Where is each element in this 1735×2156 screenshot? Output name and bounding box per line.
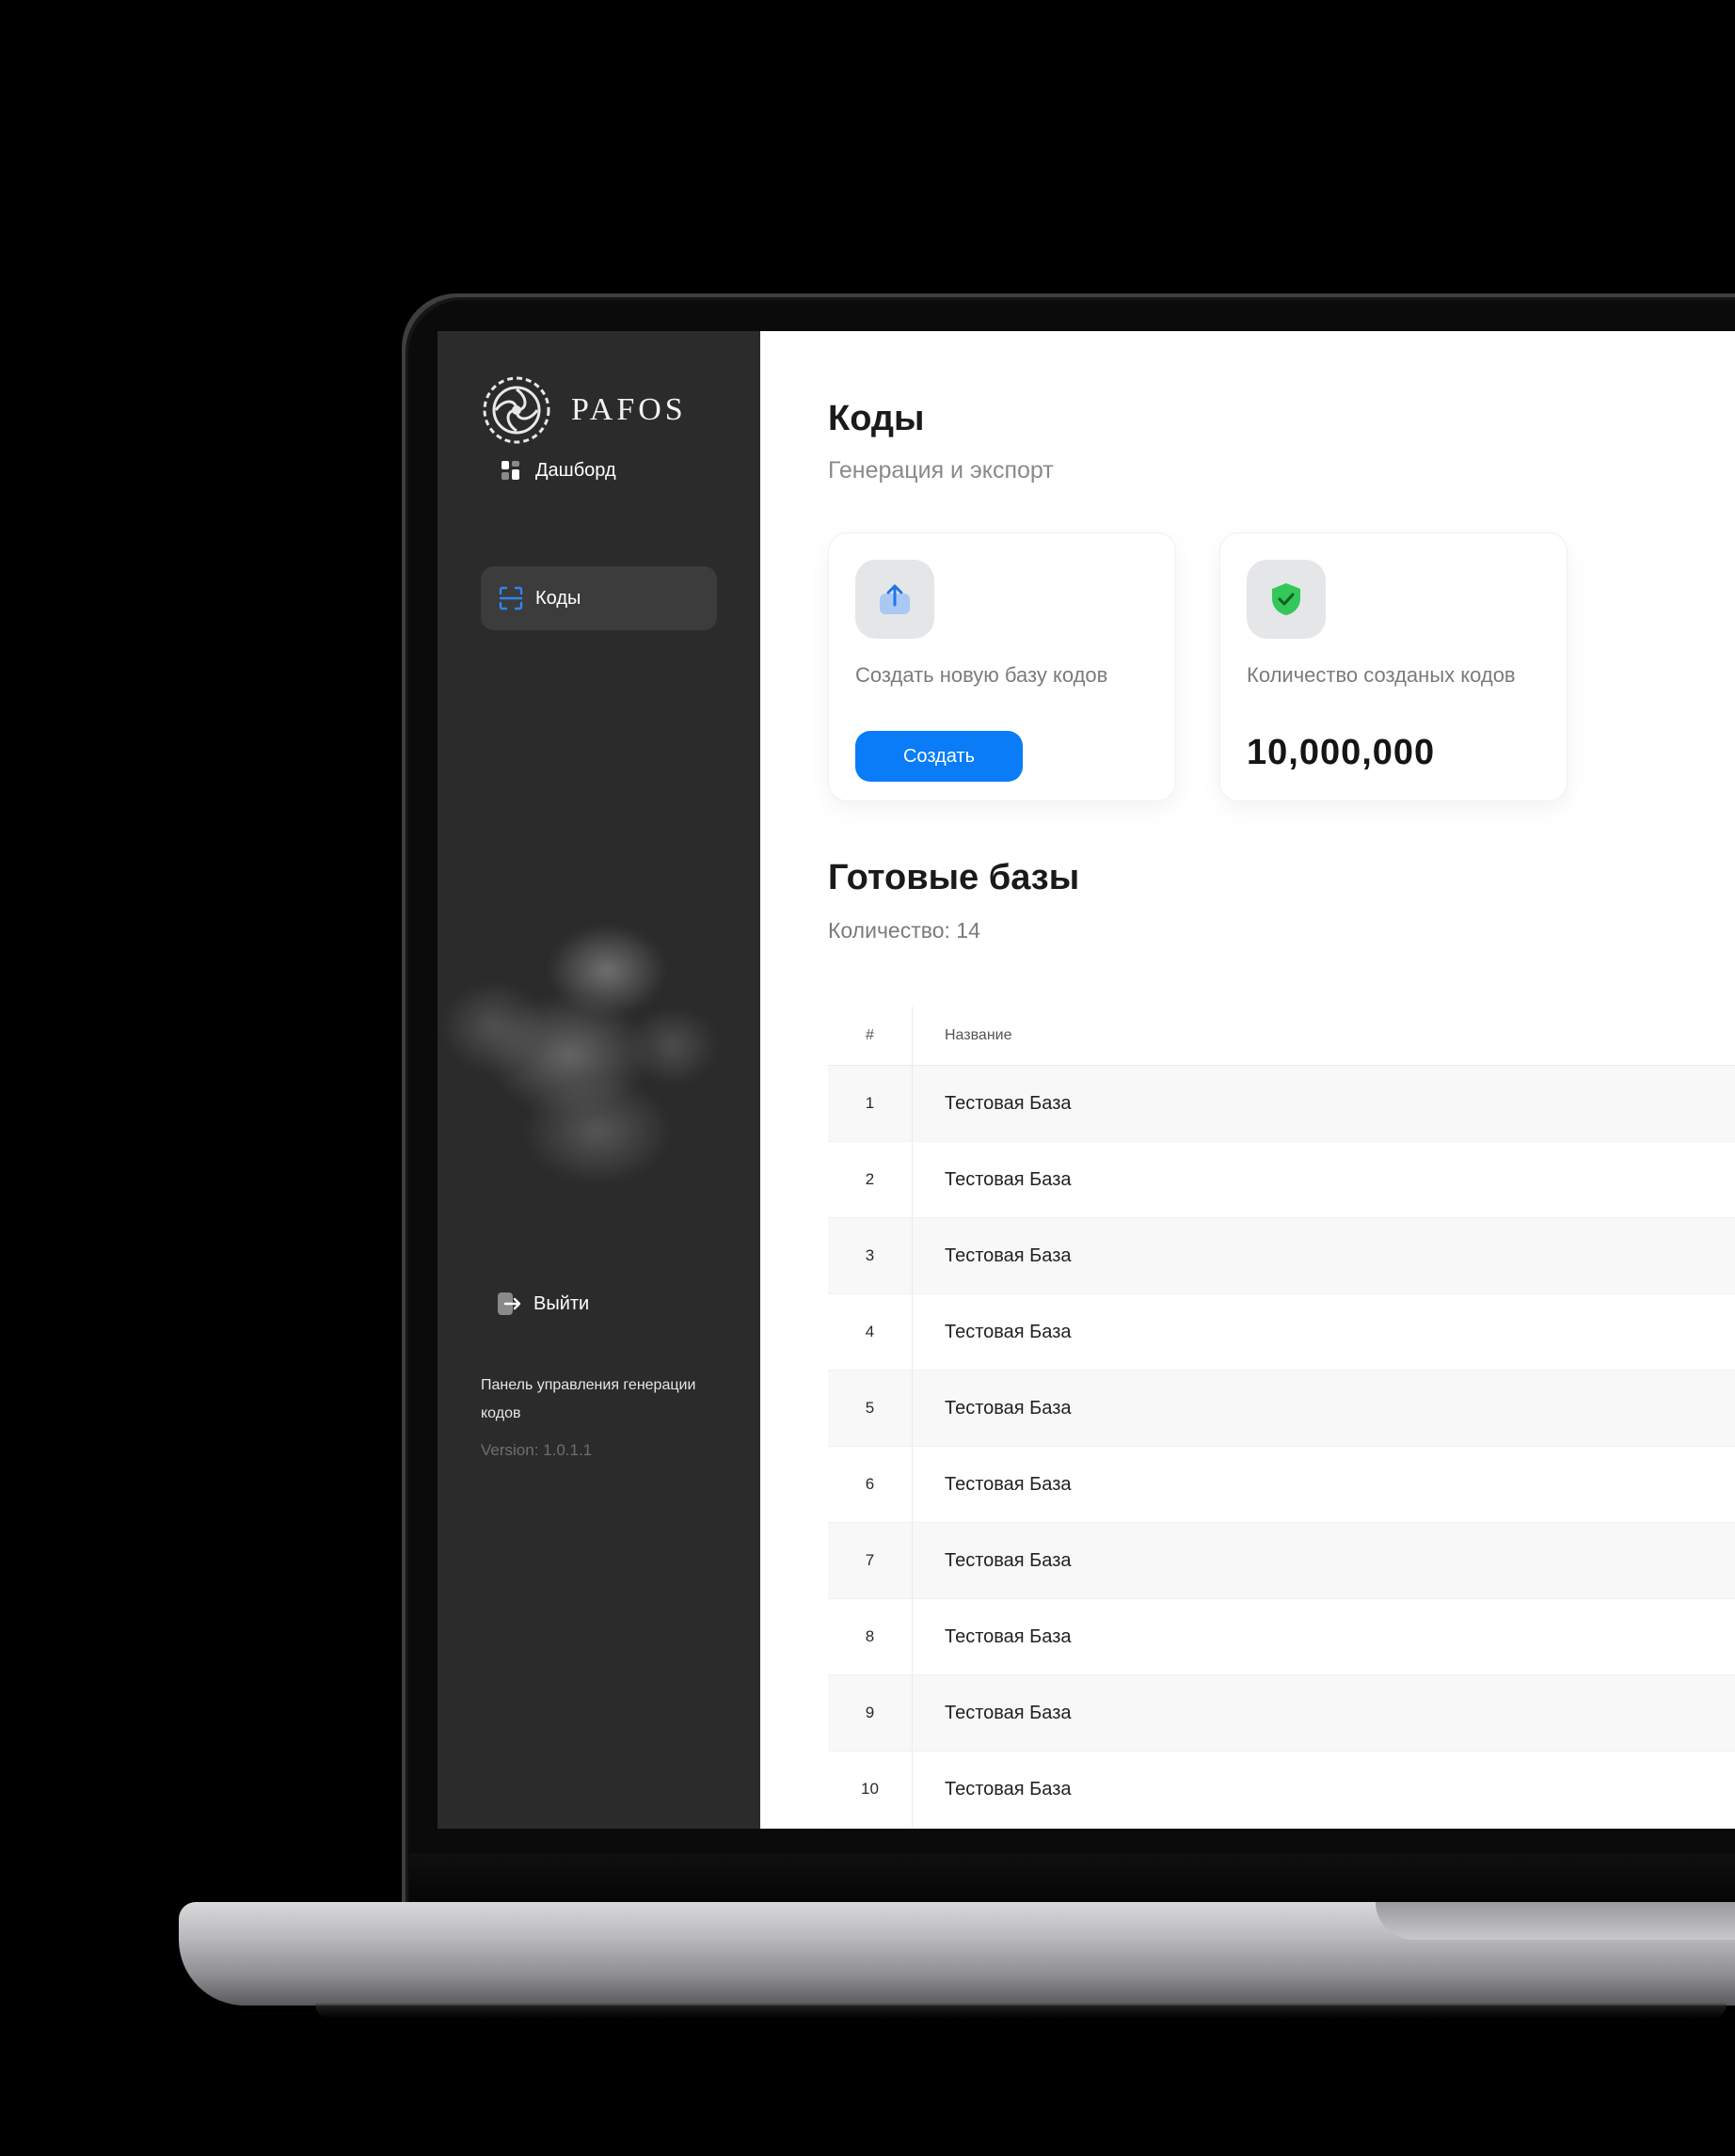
ready-databases-count: Количество: 14 [828,918,980,943]
logout-button[interactable]: Выйти [496,1291,589,1317]
upload-icon [855,560,934,639]
row-name: Тестовая База [945,1778,1072,1799]
row-number: 1 [828,1066,913,1141]
dashboard-icon [498,457,524,484]
row-number: 3 [828,1218,913,1293]
laptop-base-shadow [315,2004,1727,2019]
codes-count-value: 10,000,000 [1247,733,1436,772]
table-row[interactable]: 2 Тестовая База [828,1142,1735,1218]
create-database-label: Создать новую базу кодов [855,663,1108,687]
sidebar-item-dashboard[interactable]: Дашборд [481,438,717,502]
row-name: Тестовая База [945,1702,1072,1723]
smoke-decoration [438,858,720,1215]
row-number: 6 [828,1447,913,1522]
table-row[interactable]: 7 Тестовая База [828,1523,1735,1599]
brand-ornament-icon [483,376,550,444]
sidebar-item-codes[interactable]: Коды [481,566,717,630]
brand-logo[interactable]: PAFOS [481,374,687,446]
row-name: Тестовая База [945,1549,1072,1571]
sidebar-item-label: Дашборд [535,459,616,481]
logout-label: Выйти [533,1292,590,1314]
table-row[interactable]: 5 Тестовая База [828,1371,1735,1447]
ready-databases-title: Готовые базы [828,858,1080,897]
laptop-bezel-bottom [409,1853,1735,1905]
panel-description: Панель управления генерации кодов [481,1377,696,1421]
main-content: Коды Генерация и экспорт Создать новую б… [760,331,1735,1829]
row-number: 8 [828,1599,913,1674]
row-number: 9 [828,1675,913,1751]
row-name: Тестовая База [945,1168,1072,1190]
table-row[interactable]: 10 Тестовая База [828,1752,1735,1828]
column-header-name[interactable]: Название [913,1027,1012,1044]
row-name: Тестовая База [945,1473,1072,1495]
column-header-number[interactable]: # [828,1007,913,1065]
table-row[interactable]: 4 Тестовая База [828,1294,1735,1371]
create-database-card: Создать новую базу кодов Создать [828,532,1176,801]
table-row[interactable]: 3 Тестовая База [828,1218,1735,1294]
codes-count-card: Количество созданых кодов 10,000,000 [1219,532,1568,801]
scan-code-icon [498,585,524,611]
row-number: 4 [828,1294,913,1370]
create-button[interactable]: Создать [855,731,1023,782]
page-title: Коды [828,399,925,438]
table-header: # Название [828,1007,1735,1066]
version-label: Version: 1.0.1.1 [481,1441,593,1459]
table-row[interactable]: 8 Тестовая База [828,1599,1735,1675]
sidebar: PAFOS Дашборд Коды Выйти Панель управлен… [438,331,760,1829]
brand-name: PAFOS [571,392,687,427]
row-number: 2 [828,1142,913,1217]
laptop-screen: PAFOS Дашборд Коды Выйти Панель управлен… [438,331,1735,1829]
table-body: 1 Тестовая База 2 Тестовая База 3 Тестовая Ба… [828,1066,1735,1828]
codes-count-label: Количество созданых кодов [1247,663,1516,687]
row-number: 5 [828,1371,913,1446]
row-name: Тестовая База [945,1092,1072,1114]
row-name: Тестовая База [945,1321,1072,1342]
row-name: Тестовая База [945,1625,1072,1647]
table-row[interactable]: 1 Тестовая База [828,1066,1735,1142]
databases-table: # Название 1 Тестовая База 2 Тестовая База 3… [828,1007,1735,1828]
table-row[interactable]: 9 Тестовая База [828,1675,1735,1752]
page-subtitle: Генерация и экспорт [828,457,1054,484]
shield-check-icon [1247,560,1326,639]
sidebar-item-label: Коды [535,587,581,609]
row-name: Тестовая База [945,1244,1072,1266]
row-number: 10 [828,1752,913,1827]
table-row[interactable]: 6 Тестовая База [828,1447,1735,1523]
logout-icon [496,1291,522,1317]
laptop-base-notch [1376,1902,1735,1940]
row-number: 7 [828,1523,913,1598]
row-name: Тестовая База [945,1397,1072,1419]
